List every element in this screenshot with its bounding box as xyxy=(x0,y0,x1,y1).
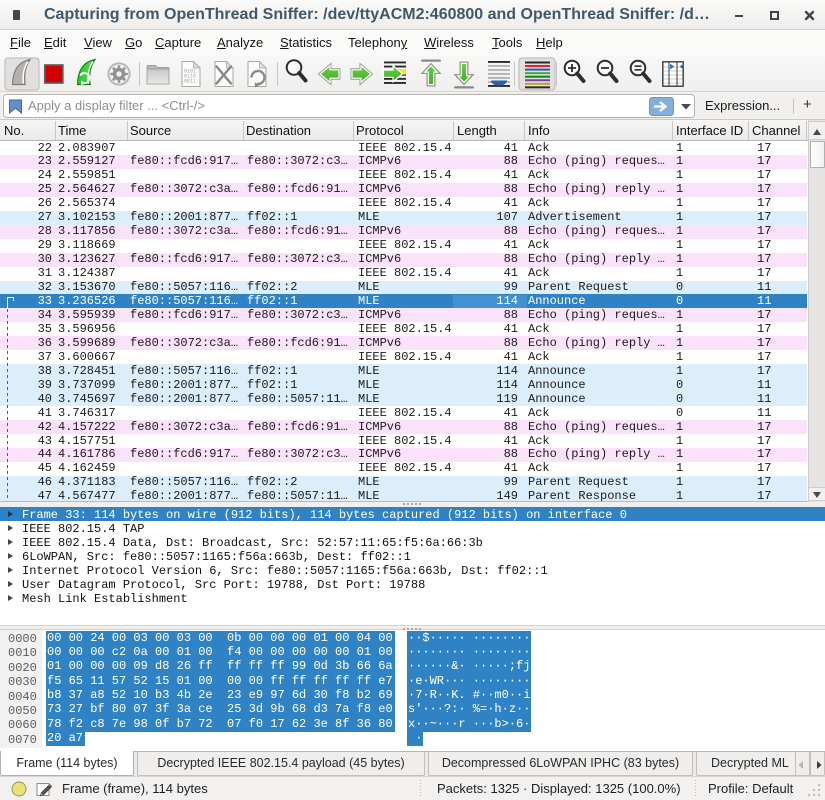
svg-text:0011: 0011 xyxy=(184,79,196,85)
